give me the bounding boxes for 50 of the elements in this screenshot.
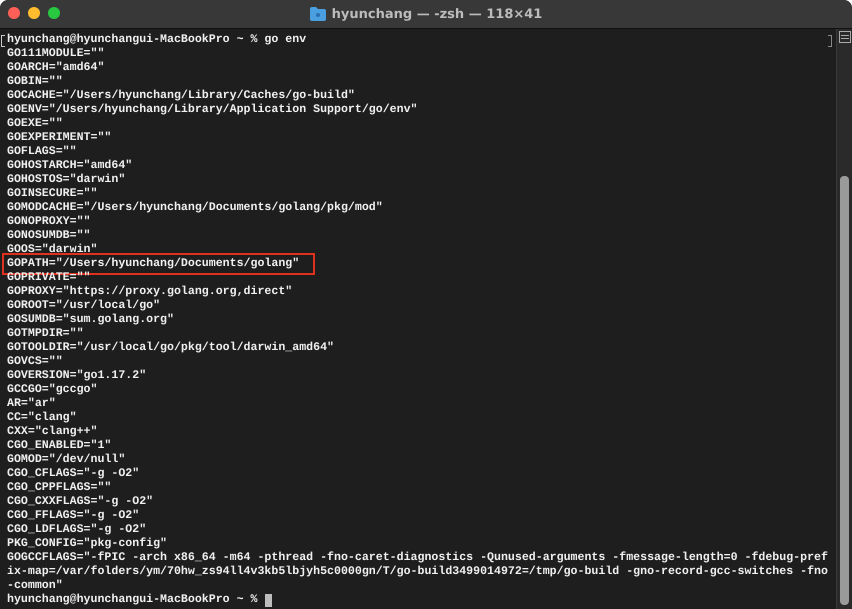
folder-icon: [310, 7, 326, 21]
terminal-line: GOEXE="": [6, 117, 64, 131]
terminal-line: -common": [6, 579, 64, 593]
text-cursor: [265, 594, 272, 606]
zoom-button[interactable]: [48, 7, 60, 19]
terminal-line: GOOS="darwin": [6, 243, 98, 257]
terminal-line: GOCACHE="/Users/hyunchang/Library/Caches/go-build": [6, 89, 356, 103]
terminal-line: GOFLAGS="": [6, 145, 78, 159]
terminal-line: GOVCS="": [6, 355, 64, 369]
terminal-line: AR="ar": [6, 397, 57, 411]
terminal-line: GOMOD="/dev/null": [6, 453, 126, 467]
terminal-line: CXX="clang++": [6, 425, 98, 439]
terminal-line: PKG_CONFIG="pkg-config": [6, 537, 168, 551]
terminal-line: GOHOSTOS="darwin": [6, 173, 126, 187]
terminal-line: GCCGO="gccgo": [6, 383, 98, 397]
terminal-line: GOEXPERIMENT="": [6, 131, 112, 145]
terminal-line: CGO_CFLAGS="-g -O2": [6, 467, 140, 481]
terminal-line: GOARCH="amd64": [6, 61, 106, 75]
prompt-mark-icon: [828, 35, 832, 47]
terminal-line: GONOSUMDB="": [6, 229, 92, 243]
terminal-line: GOPROXY="https://proxy.golang.org,direct": [6, 285, 294, 299]
marks-icon[interactable]: [838, 31, 850, 43]
terminal-line: CGO_CXXFLAGS="-g -O2": [6, 495, 154, 509]
terminal-line: GOTOOLDIR="/usr/local/go/pkg/tool/darwin_amd64": [6, 341, 335, 355]
close-button[interactable]: [8, 7, 20, 19]
minimize-button[interactable]: [28, 7, 40, 19]
terminal-line: GOTMPDIR="": [6, 327, 85, 341]
terminal-line: hyunchang@hyunchangui-MacBookPro ~ % go env: [6, 33, 308, 47]
terminal-line: GOMODCACHE="/Users/hyunchang/Documents/golang/pkg/mod": [6, 201, 384, 215]
terminal-line: CGO_FFLAGS="-g -O2": [6, 509, 140, 523]
terminal-line: CGO_CPPFLAGS="": [6, 481, 112, 495]
terminal-line: GOVERSION="go1.17.2": [6, 369, 148, 383]
terminal-line: CGO_ENABLED="1": [6, 439, 112, 453]
terminal-line: GOINSECURE="": [6, 187, 98, 201]
prompt-mark-icon: [1, 35, 5, 47]
terminal-line: GOSUMDB="sum.golang.org": [6, 313, 175, 327]
terminal-line: GONOPROXY="": [6, 215, 92, 229]
scrollbar-thumb[interactable]: [840, 176, 849, 605]
terminal-line: GOROOT="/usr/local/go": [6, 299, 162, 313]
window-title: hyunchang — -zsh — 118×41: [332, 6, 542, 22]
terminal-line: GOGCCFLAGS="-fPIC -arch x86_64 -m64 -pthread -fno-caret-diagnostics -Qunused-arguments -fmessage-length=0 -fdebug-pref: [6, 551, 829, 565]
terminal-line: CGO_LDFLAGS="-g -O2": [6, 523, 148, 537]
terminal-line: GOENV="/Users/hyunchang/Library/Application Support/go/env": [6, 103, 418, 117]
terminal-line: CC="clang": [6, 411, 78, 425]
terminal-line: GOPRIVATE="": [6, 271, 92, 285]
terminal-line: GOHOSTARCH="amd64": [6, 159, 134, 173]
terminal-line: ix-map=/var/folders/ym/70hw_zs94ll4v3kb5lbjyh5c0000gn/T/go-build3499014972=/tmp/go-build -gno-record-gcc-switches -fno: [6, 565, 829, 579]
terminal-line: GOBIN="": [6, 75, 64, 89]
terminal-line: hyunchang@hyunchangui-MacBookPro ~ %: [6, 593, 258, 607]
terminal-line: GO111MODULE="": [6, 47, 106, 61]
